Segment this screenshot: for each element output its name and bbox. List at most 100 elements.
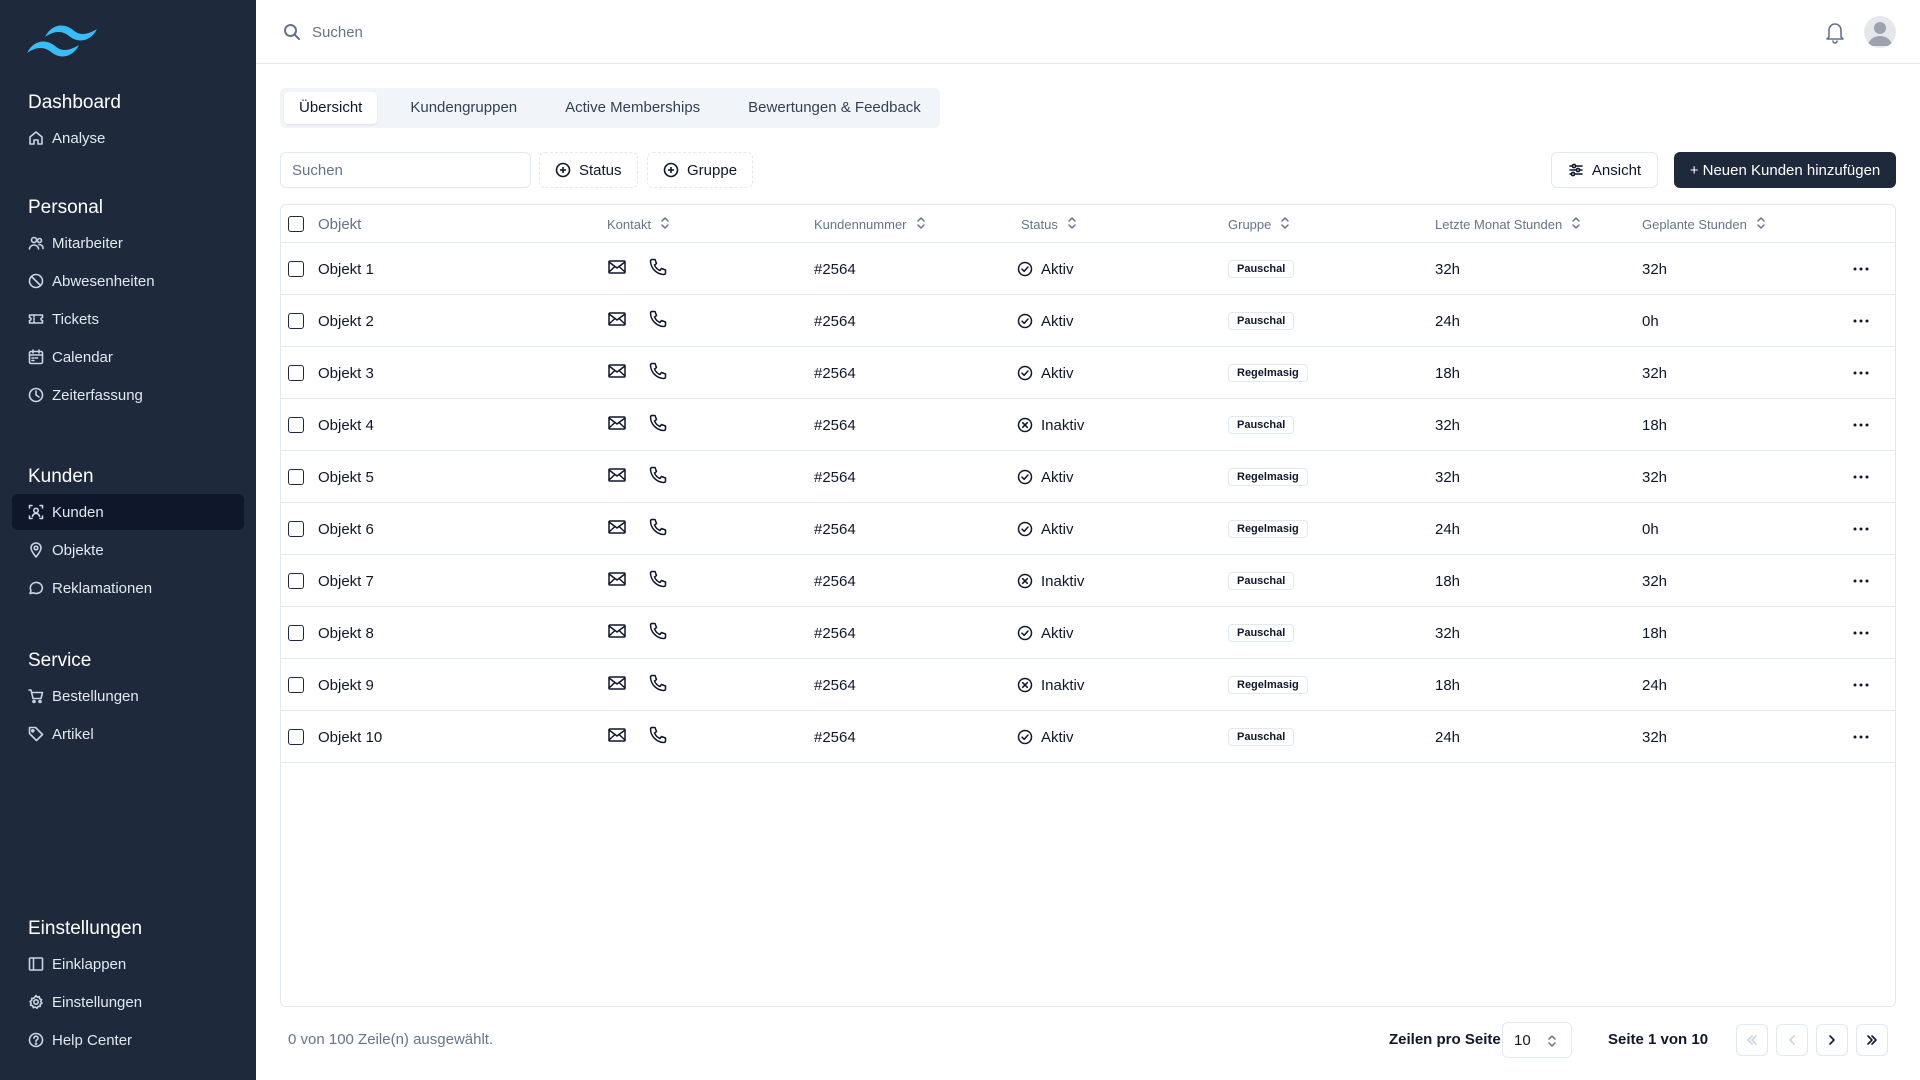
phone-icon[interactable]	[648, 465, 668, 489]
table-filter-input[interactable]	[280, 152, 531, 188]
sidebar-section-einstellungen: Einstellungen Einklappen Einstellungen Help…	[0, 914, 256, 1060]
selection-count: 0 von 100 Zeile(n) ausgewählt.	[288, 1031, 494, 1048]
sort-icon	[1271, 216, 1291, 233]
table-row[interactable]: Objekt 9 #2564 Inaktiv Regelmasig 18h 24h	[281, 659, 1895, 711]
sidebar-item-tickets[interactable]: Tickets	[12, 301, 244, 337]
more-actions-icon[interactable]	[1851, 467, 1871, 487]
phone-icon[interactable]	[648, 517, 668, 541]
row-checkbox[interactable]	[288, 469, 304, 485]
phone-icon[interactable]	[648, 725, 668, 749]
more-actions-icon[interactable]	[1851, 415, 1871, 435]
sidebar-item-label: Zeiterfassung	[52, 386, 143, 404]
phone-icon[interactable]	[648, 257, 668, 281]
header-status[interactable]: Status	[1021, 205, 1078, 243]
sidebar-item-einklappen[interactable]: Einklappen	[12, 946, 244, 982]
tab-uebersicht[interactable]: Übersicht	[284, 92, 378, 124]
sidebar-item-kunden[interactable]: Kunden	[12, 494, 244, 530]
sidebar-item-calendar[interactable]: Calendar	[12, 339, 244, 375]
sidebar-section-title: Kunden	[28, 466, 94, 487]
row-checkbox[interactable]	[288, 573, 304, 589]
header-kontakt[interactable]: Kontakt	[607, 205, 671, 243]
header-letzte-monat-stunden[interactable]: Letzte Monat Stunden	[1435, 205, 1582, 243]
sidebar-item-mitarbeiter[interactable]: Mitarbeiter	[12, 225, 244, 261]
row-checkbox[interactable]	[288, 417, 304, 433]
more-actions-icon[interactable]	[1851, 259, 1871, 279]
add-customer-button[interactable]: + Neuen Kunden hinzufügen	[1674, 152, 1896, 188]
mail-icon[interactable]	[607, 309, 627, 333]
phone-icon[interactable]	[648, 361, 668, 385]
mail-icon[interactable]	[607, 569, 627, 593]
header-gruppe[interactable]: Gruppe	[1228, 205, 1291, 243]
object-name: Objekt 4	[318, 416, 374, 434]
tab-kundengruppen[interactable]: Kundengruppen	[395, 92, 532, 124]
status-text: Aktiv	[1041, 260, 1074, 278]
table-row[interactable]: Objekt 5 #2564 Aktiv Regelmasig 32h 32h	[281, 451, 1895, 503]
sort-icon	[1562, 216, 1582, 233]
sidebar-item-label: Mitarbeiter	[52, 234, 123, 252]
more-actions-icon[interactable]	[1851, 519, 1871, 539]
table-row[interactable]: Objekt 8 #2564 Aktiv Pauschal 32h 18h	[281, 607, 1895, 659]
select-all-checkbox[interactable]	[288, 216, 304, 232]
table-row[interactable]: Objekt 4 #2564 Inaktiv Pauschal 32h 18h	[281, 399, 1895, 451]
more-actions-icon[interactable]	[1851, 571, 1871, 591]
first-page-button[interactable]	[1736, 1024, 1768, 1056]
mail-icon[interactable]	[607, 517, 627, 541]
more-actions-icon[interactable]	[1851, 311, 1871, 331]
row-checkbox[interactable]	[288, 677, 304, 693]
table-row[interactable]: Objekt 2 #2564 Aktiv Pauschal 24h 0h	[281, 295, 1895, 347]
row-checkbox[interactable]	[288, 313, 304, 329]
header-geplante-stunden[interactable]: Geplante Stunden	[1642, 205, 1767, 243]
phone-icon[interactable]	[648, 309, 668, 333]
view-options-button[interactable]: Ansicht	[1551, 152, 1658, 188]
row-checkbox[interactable]	[288, 521, 304, 537]
table-row[interactable]: Objekt 1 #2564 Aktiv Pauschal 32h 32h	[281, 243, 1895, 295]
mail-icon[interactable]	[607, 413, 627, 437]
phone-icon[interactable]	[648, 569, 668, 593]
mail-icon[interactable]	[607, 361, 627, 385]
sidebar-item-artikel[interactable]: Artikel	[12, 716, 244, 752]
table-row[interactable]: Objekt 6 #2564 Aktiv Regelmasig 24h 0h	[281, 503, 1895, 555]
next-page-button[interactable]	[1816, 1024, 1848, 1056]
previous-page-button[interactable]	[1776, 1024, 1808, 1056]
more-actions-icon[interactable]	[1851, 363, 1871, 383]
header-kundennummer[interactable]: Kundennummer	[814, 205, 927, 243]
table-row[interactable]: Objekt 10 #2564 Aktiv Pauschal 24h 32h	[281, 711, 1895, 763]
row-checkbox[interactable]	[288, 625, 304, 641]
tailwind-logo-icon[interactable]	[27, 20, 99, 64]
sidebar-item-bestellungen[interactable]: Bestellungen	[12, 678, 244, 714]
row-checkbox[interactable]	[288, 729, 304, 745]
global-search-input[interactable]	[312, 20, 712, 44]
sidebar-item-analyse[interactable]: Analyse	[12, 120, 244, 156]
status-filter-button[interactable]: Status	[539, 152, 638, 188]
sidebar-item-einstellungen[interactable]: Einstellungen	[12, 984, 244, 1020]
sidebar-item-reklamationen[interactable]: Reklamationen	[12, 570, 244, 606]
mail-icon[interactable]	[607, 673, 627, 697]
phone-icon[interactable]	[648, 413, 668, 437]
more-actions-icon[interactable]	[1851, 675, 1871, 695]
sidebar-item-zeiterfassung[interactable]: Zeiterfassung	[12, 377, 244, 413]
sidebar-item-abwesenheiten[interactable]: Abwesenheiten	[12, 263, 244, 299]
row-checkbox[interactable]	[288, 365, 304, 381]
tab-active-memberships[interactable]: Active Memberships	[550, 92, 715, 124]
last-page-button[interactable]	[1856, 1024, 1888, 1056]
mail-icon[interactable]	[607, 621, 627, 645]
bell-icon[interactable]	[1824, 20, 1846, 44]
object-name: Objekt 2	[318, 312, 374, 330]
mail-icon[interactable]	[607, 257, 627, 281]
more-actions-icon[interactable]	[1851, 623, 1871, 643]
group-filter-button[interactable]: Gruppe	[647, 152, 754, 188]
planned-hours: 32h	[1642, 260, 1668, 278]
sidebar-item-help-center[interactable]: Help Center	[12, 1022, 244, 1058]
mail-icon[interactable]	[607, 725, 627, 749]
row-checkbox[interactable]	[288, 261, 304, 277]
more-actions-icon[interactable]	[1851, 727, 1871, 747]
phone-icon[interactable]	[648, 621, 668, 645]
mail-icon[interactable]	[607, 465, 627, 489]
sidebar-item-objekte[interactable]: Objekte	[12, 532, 244, 568]
rows-per-page-select[interactable]: 10	[1502, 1022, 1572, 1058]
avatar[interactable]	[1864, 16, 1896, 48]
phone-icon[interactable]	[648, 673, 668, 697]
table-row[interactable]: Objekt 3 #2564 Aktiv Regelmasig 18h 32h	[281, 347, 1895, 399]
table-row[interactable]: Objekt 7 #2564 Inaktiv Pauschal 18h 32h	[281, 555, 1895, 607]
tab-bewertungen-feedback[interactable]: Bewertungen & Feedback	[733, 92, 936, 124]
